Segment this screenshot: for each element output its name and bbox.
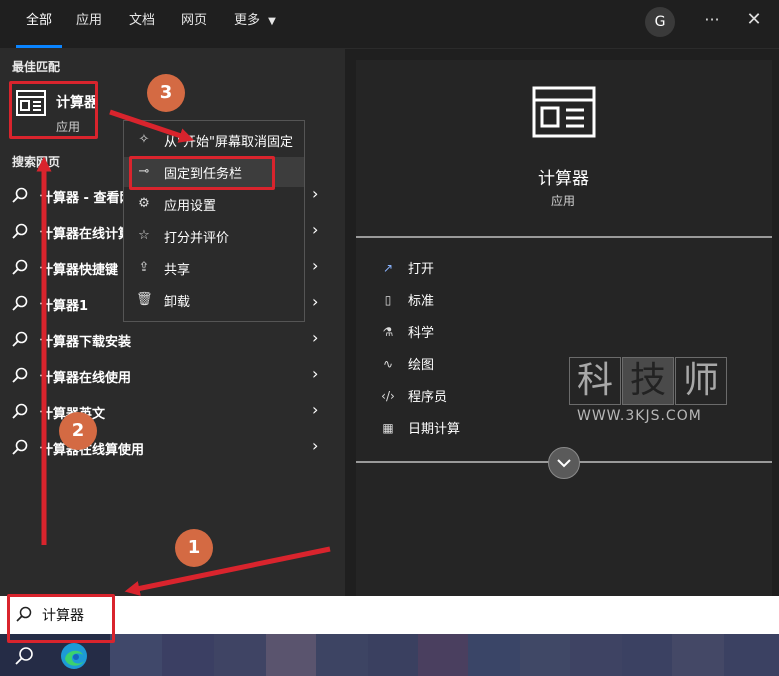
menu-item-label: 从"开始"屏幕取消固定: [164, 135, 293, 150]
tab-web[interactable]: 网页: [181, 0, 207, 48]
tab-more[interactable]: 更多 ▼: [234, 0, 276, 48]
search-icon[interactable]: [14, 646, 34, 666]
web-search-header: 搜索网页: [12, 155, 61, 169]
annotation-highlight: [7, 594, 115, 643]
tab-documents[interactable]: 文档: [129, 0, 155, 48]
gear-icon: ⚙: [138, 196, 150, 211]
context-menu: ✧ 从"开始"屏幕取消固定 ⊸ 固定到任务栏 ⚙ 应用设置 ☆ 打分并评价 ⇪ …: [123, 120, 305, 322]
taskbar-app[interactable]: [266, 634, 316, 676]
calculator-app-icon: [532, 86, 596, 138]
best-match-header: 最佳匹配: [12, 60, 61, 74]
taskbar-app[interactable]: [418, 634, 468, 676]
avatar[interactable]: G: [645, 7, 675, 37]
suggestion-label: 计算器在线使用: [40, 371, 132, 386]
menu-item-app-settings[interactable]: ⚙ 应用设置: [124, 189, 304, 219]
watermark-char: 技: [622, 357, 674, 405]
chevron-right-icon[interactable]: ›: [312, 293, 326, 311]
annotation-highlight: [129, 156, 275, 190]
search-icon: [12, 439, 28, 455]
list-item[interactable]: 计算器在线使用 ›: [0, 358, 345, 394]
suggestion-label: 计算器下载安装: [40, 335, 132, 350]
chevron-right-icon[interactable]: ›: [312, 365, 326, 383]
chevron-down-icon: [557, 459, 571, 468]
search-icon: [12, 403, 28, 419]
watermark-char: 科: [569, 357, 621, 405]
top-bar: 全部 应用 文档 网页 更多 ▼ G ··· ✕: [0, 0, 779, 49]
search-icon: [12, 295, 28, 311]
menu-item-label: 共享: [164, 263, 191, 278]
list-item[interactable]: 计算器在线算使用 ›: [0, 430, 345, 466]
open-icon: ↗: [382, 261, 394, 275]
suggestion-label: 计算器1: [40, 299, 89, 314]
taskbar-app[interactable]: [162, 634, 214, 676]
tab-all[interactable]: 全部: [15, 0, 63, 48]
menu-item-unpin-start[interactable]: ✧ 从"开始"屏幕取消固定: [124, 125, 304, 155]
watermark-char: 师: [675, 357, 727, 405]
taskbar-app[interactable]: [214, 634, 266, 676]
taskbar-app[interactable]: [570, 634, 622, 676]
chevron-right-icon[interactable]: ›: [312, 401, 326, 419]
details-title: 计算器: [538, 169, 589, 189]
taskbar-app[interactable]: [368, 634, 418, 676]
unpin-icon: ✧: [138, 132, 150, 147]
step-badge: 2: [59, 412, 97, 450]
taskbar-app[interactable]: [672, 634, 724, 676]
menu-item-label: 应用设置: [164, 199, 217, 214]
more-options-icon[interactable]: ···: [700, 8, 724, 32]
expand-button[interactable]: [548, 447, 580, 479]
action-label: 科学: [408, 326, 435, 341]
taskbar-app[interactable]: [468, 634, 520, 676]
taskbar-app[interactable]: [622, 634, 672, 676]
chevron-right-icon[interactable]: ›: [312, 437, 326, 455]
trash-icon: 🗑: [136, 292, 153, 307]
chevron-right-icon[interactable]: ›: [312, 329, 326, 347]
search-icon: [12, 367, 28, 383]
taskbar: [0, 634, 779, 676]
action-label: 绘图: [408, 358, 435, 373]
action-label: 标准: [408, 294, 435, 309]
menu-item-label: 卸载: [164, 295, 191, 310]
menu-item-share[interactable]: ⇪ 共享: [124, 253, 304, 283]
menu-item-rate[interactable]: ☆ 打分并评价: [124, 221, 304, 251]
suggestion-label: 计算器快捷键: [40, 263, 119, 278]
action-label: 打开: [408, 262, 435, 277]
chevron-right-icon[interactable]: ›: [312, 185, 326, 203]
standard-calc-icon: ▯: [384, 293, 392, 307]
close-icon[interactable]: ✕: [742, 8, 766, 32]
search-icon: [12, 223, 28, 239]
rate-icon: ☆: [138, 228, 150, 243]
menu-item-uninstall[interactable]: 🗑 卸载: [124, 285, 304, 315]
chevron-right-icon[interactable]: ›: [312, 257, 326, 275]
graph-icon: ∿: [382, 357, 394, 371]
tab-apps[interactable]: 应用: [76, 0, 102, 48]
share-icon: ⇪: [138, 260, 150, 275]
tab-more-label: 更多: [234, 13, 261, 28]
action-label: 日期计算: [408, 422, 461, 437]
action-label: 程序员: [408, 390, 448, 405]
edge-browser-icon[interactable]: [60, 642, 88, 670]
taskbar-app[interactable]: [520, 634, 570, 676]
search-bar: [0, 596, 779, 634]
search-icon: [12, 187, 28, 203]
code-icon: ‹/›: [381, 389, 395, 403]
taskbar-app[interactable]: [110, 634, 162, 676]
search-icon: [12, 259, 28, 275]
taskbar-app[interactable]: [724, 634, 779, 676]
menu-item-label: 打分并评价: [164, 231, 230, 246]
details-subtitle: 应用: [551, 194, 576, 208]
search-icon: [12, 331, 28, 347]
list-item[interactable]: 计算器英文 ›: [0, 394, 345, 430]
list-item[interactable]: 计算器下载安装 ›: [0, 322, 345, 358]
science-icon: ⚗: [382, 325, 394, 339]
chevron-down-icon: ▼: [268, 16, 276, 27]
calendar-icon: ▦: [382, 421, 394, 435]
taskbar-app[interactable]: [316, 634, 368, 676]
divider: [356, 236, 772, 238]
step-badge: 3: [147, 74, 185, 112]
annotation-highlight: [9, 81, 98, 139]
step-badge: 1: [175, 529, 213, 567]
watermark-url: WWW.3KJS.COM: [577, 408, 702, 424]
chevron-right-icon[interactable]: ›: [312, 221, 326, 239]
